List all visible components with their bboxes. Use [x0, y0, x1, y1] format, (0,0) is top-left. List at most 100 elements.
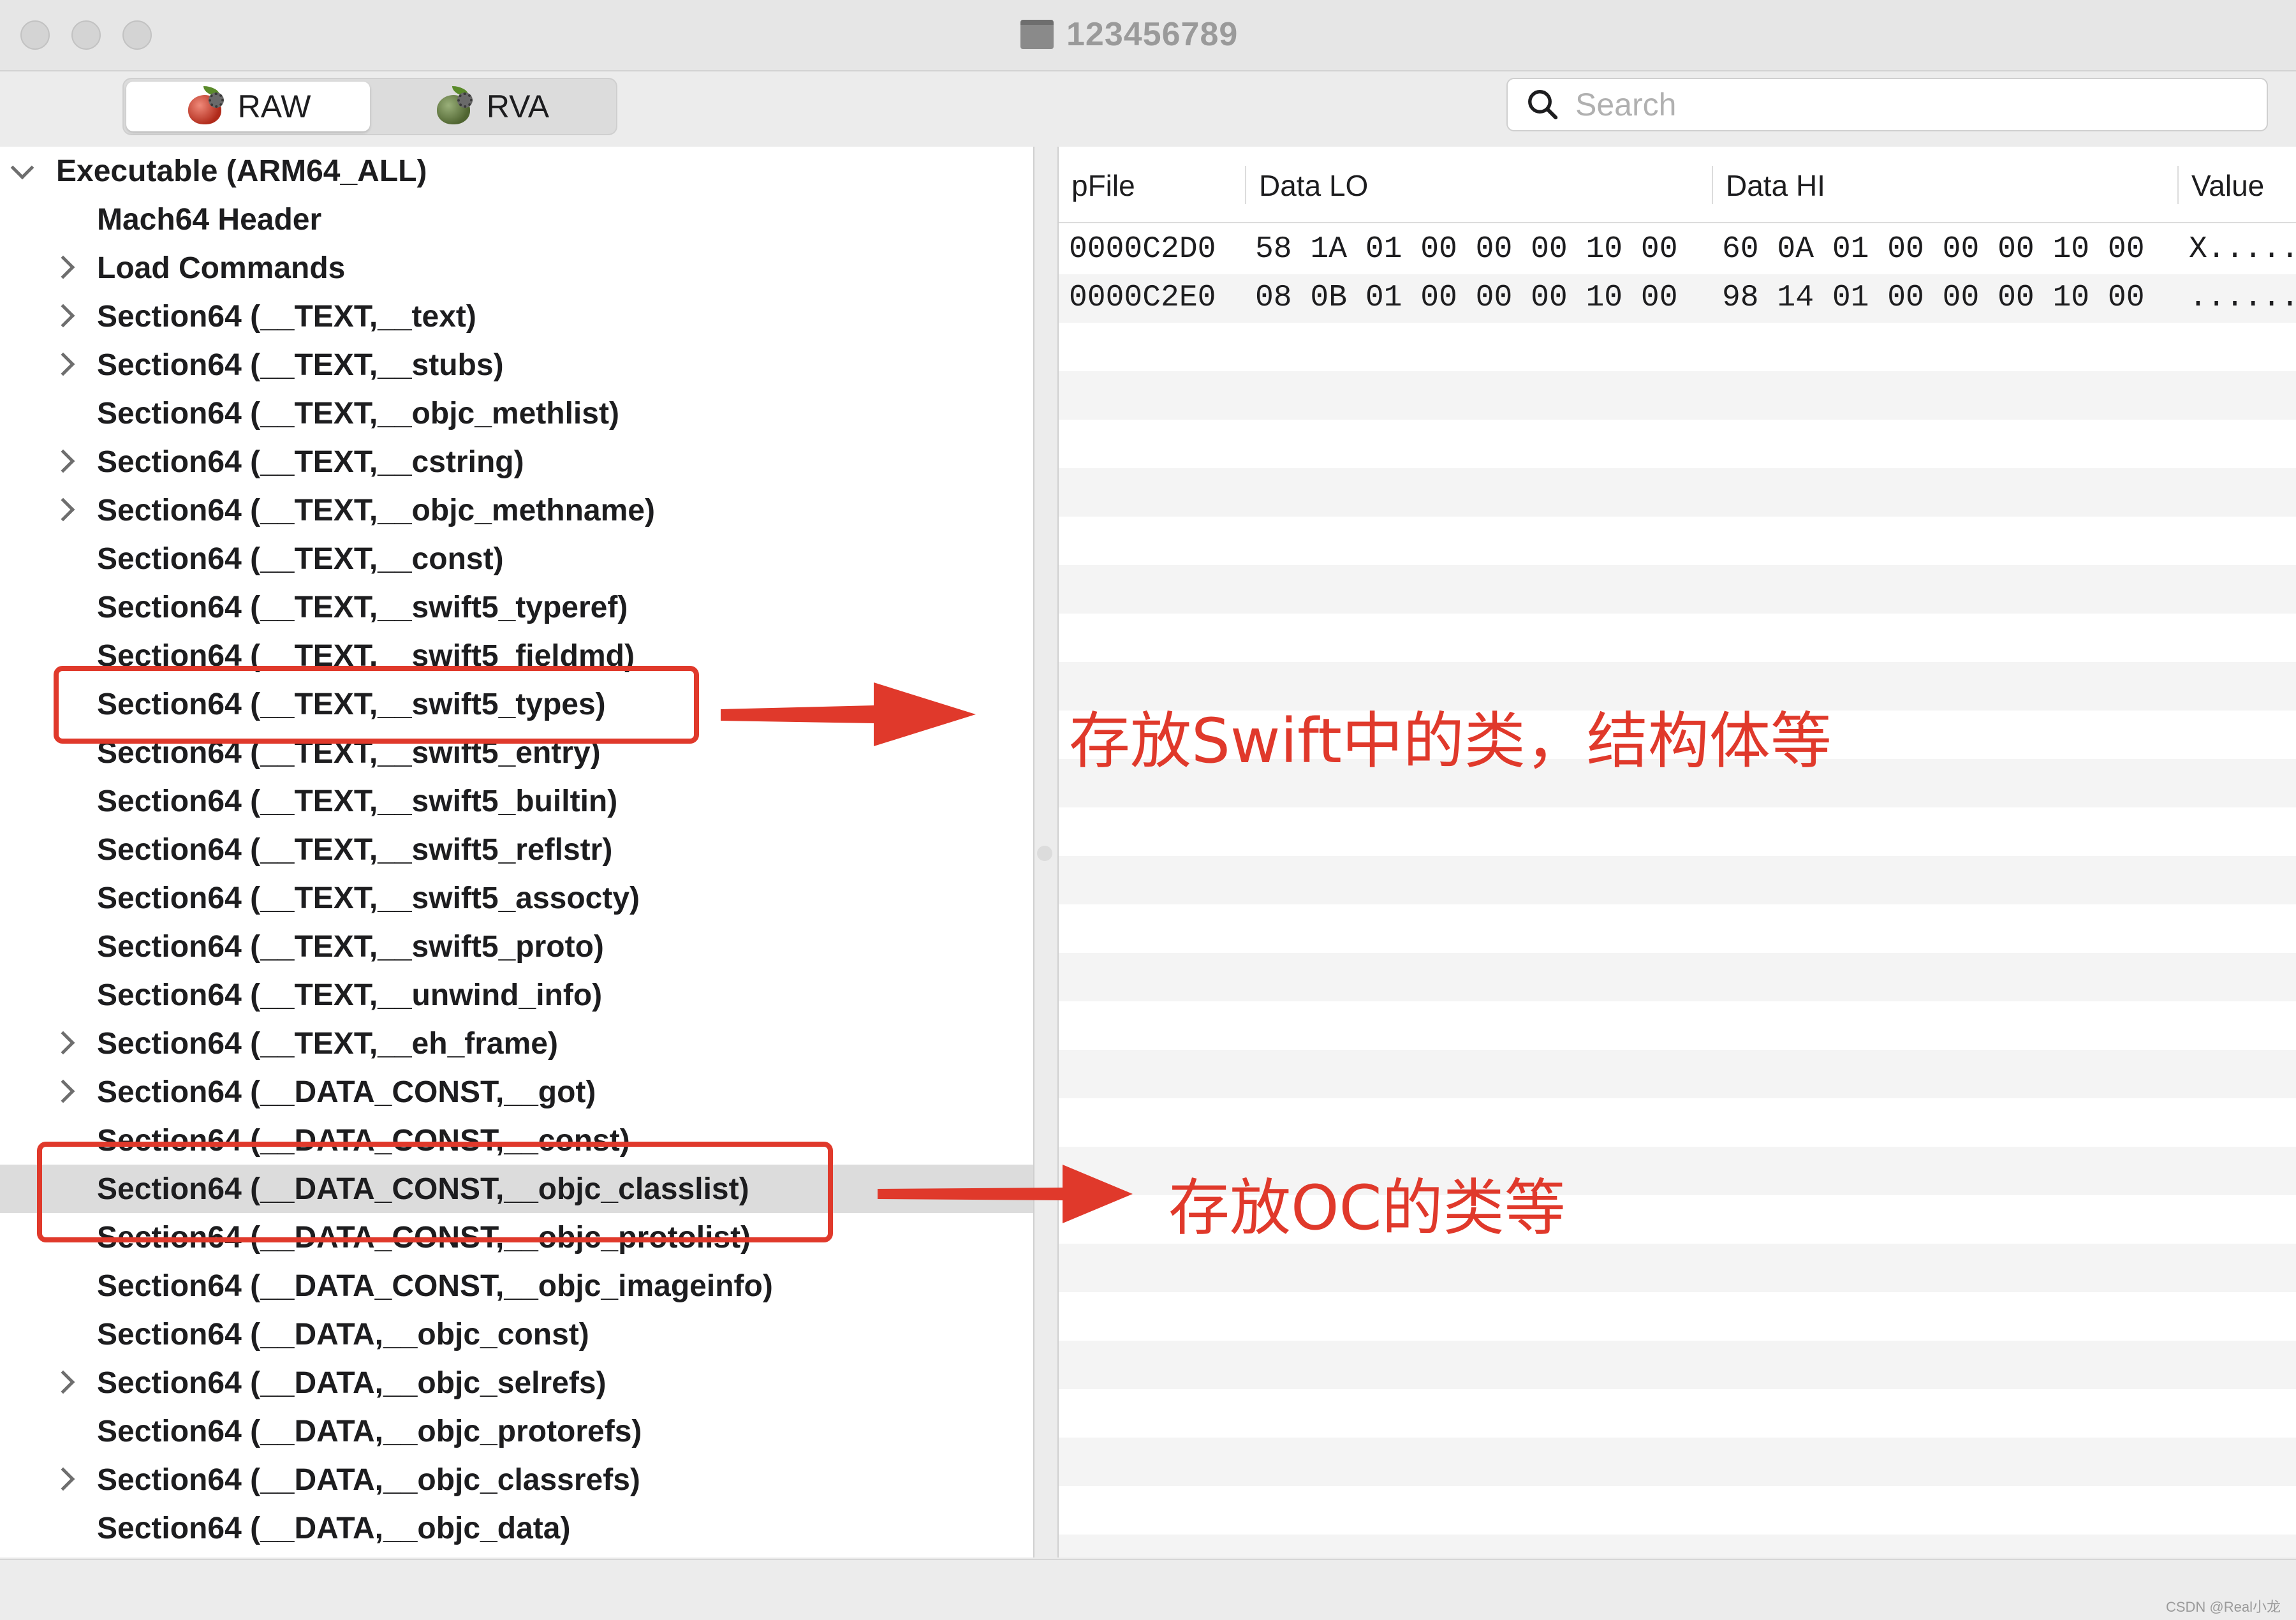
search-input[interactable]: [1575, 86, 2213, 123]
tree-row[interactable]: Mach64 Header: [0, 195, 1033, 244]
tree-row-label: Section64 (__TEXT,__swift5_builtin): [97, 784, 618, 818]
chevron-right-icon[interactable]: [51, 497, 75, 522]
column-divider[interactable]: [1712, 166, 1713, 204]
tree-row-label: Section64 (__DATA,__objc_selrefs): [97, 1366, 607, 1400]
table-stripe: [1059, 468, 2296, 517]
column-divider[interactable]: [1245, 166, 1246, 204]
tree-row-label: Section64 (__DATA,__objc_protorefs): [97, 1414, 642, 1448]
table-stripe: [1059, 953, 2296, 1001]
window-title: 123456789: [1066, 16, 1239, 53]
hex-table: pFile Data LO Data HI Value 0000C2D0 58 …: [1057, 147, 2296, 1557]
highlight-box-swift5-types: [54, 666, 699, 744]
table-stripe: [1059, 614, 2296, 662]
chevron-right-icon[interactable]: [51, 449, 75, 473]
table-stripe: [1059, 1244, 2296, 1292]
data-lo-cell: 58 1A 01 00 00 00 10 00: [1255, 232, 1678, 267]
column-header-data-hi[interactable]: Data HI: [1726, 168, 1825, 203]
table-stripe: [1059, 517, 2296, 565]
value-cell: ......: [2189, 281, 2296, 315]
chevron-right-icon[interactable]: [51, 352, 75, 376]
swift-annotation-text: 存放Swift中的类，结构体等: [1069, 705, 1832, 777]
table-stripe: [1059, 565, 2296, 614]
tree-row-label: Load Commands: [97, 251, 346, 285]
tree-row-label: Executable (ARM64_ALL): [56, 154, 427, 188]
chevron-right-icon[interactable]: [51, 1370, 75, 1394]
tree-row-label: Section64 (__TEXT,__swift5_proto): [97, 929, 604, 964]
raw-segment-label: RAW: [237, 89, 311, 124]
table-stripe: [1059, 1535, 2296, 1557]
tree-row[interactable]: Section64 (__TEXT,__const): [0, 534, 1033, 583]
zoom-window-button[interactable]: [122, 20, 152, 50]
tree-row[interactable]: Section64 (__TEXT,__swift5_assocty): [0, 874, 1033, 922]
tree-row[interactable]: Section64 (__DATA,__objc_classrefs): [0, 1455, 1033, 1504]
pfile-cell: 0000C2E0: [1069, 281, 1216, 315]
column-header-data-lo[interactable]: Data LO: [1259, 168, 1368, 203]
table-stripe: [1059, 1050, 2296, 1098]
tree-row[interactable]: Section64 (__TEXT,__text): [0, 292, 1033, 341]
table-stripe: [1059, 323, 2296, 371]
pfile-cell: 0000C2D0: [1069, 232, 1216, 267]
tree-row[interactable]: Section64 (__DATA,__objc_protorefs): [0, 1407, 1033, 1455]
table-stripe: [1059, 1341, 2296, 1389]
tree-row[interactable]: Section64 (__DATA,__objc_const): [0, 1310, 1033, 1359]
tree-row[interactable]: Section64 (__TEXT,__unwind_info): [0, 971, 1033, 1019]
chevron-right-icon[interactable]: [51, 1079, 75, 1103]
tree-row[interactable]: Section64 (__TEXT,__swift5_builtin): [0, 777, 1033, 825]
tree-row[interactable]: Load Commands: [0, 244, 1033, 292]
tree-row[interactable]: Section64 (__TEXT,__swift5_proto): [0, 922, 1033, 971]
table-row[interactable]: 0000C2D0 58 1A 01 00 00 00 10 00 60 0A 0…: [1059, 226, 2296, 274]
table-row[interactable]: 0000C2E0 08 0B 01 00 00 00 10 00 98 14 0…: [1059, 274, 2296, 323]
highlight-box-objc-classlist: [37, 1142, 833, 1242]
tree-row-label: Section64 (__TEXT,__text): [97, 299, 476, 334]
split-view-divider-handle[interactable]: [1037, 846, 1052, 861]
tree-row-label: Section64 (__DATA_CONST,__got): [97, 1075, 596, 1109]
tree-row[interactable]: Executable (ARM64_ALL): [0, 147, 1033, 195]
search-field[interactable]: [1506, 78, 2268, 131]
raw-segment-button[interactable]: RAW: [126, 82, 370, 131]
tree-row[interactable]: Section64 (__DATA_CONST,__got): [0, 1068, 1033, 1116]
tree-row-label: Section64 (__TEXT,__swift5_reflstr): [97, 832, 613, 867]
tree-row[interactable]: Section64 (__TEXT,__swift5_reflstr): [0, 825, 1033, 874]
tree-row[interactable]: Section64 (__TEXT,__cstring): [0, 438, 1033, 486]
toolbar: RAW RVA: [0, 73, 2296, 144]
tree-row-label: Section64 (__TEXT,__stubs): [97, 348, 504, 382]
tree-row-label: Section64 (__TEXT,__objc_methname): [97, 493, 655, 527]
table-stripe: [1059, 1486, 2296, 1535]
tree-row[interactable]: Section64 (__DATA_CONST,__objc_imageinfo…: [0, 1262, 1033, 1310]
chevron-right-icon[interactable]: [51, 1467, 75, 1491]
tree-row-label: Section64 (__TEXT,__objc_methlist): [97, 396, 619, 431]
data-hi-cell: 98 14 01 00 00 00 10 00: [1722, 281, 2145, 315]
close-window-button[interactable]: [20, 20, 50, 50]
chevron-right-icon[interactable]: [51, 255, 75, 279]
table-stripe: [1059, 1098, 2296, 1147]
red-apple-gear-icon: [186, 86, 226, 127]
chevron-right-icon[interactable]: [51, 1031, 75, 1055]
column-header-value[interactable]: Value: [2191, 168, 2264, 203]
data-hi-cell: 60 0A 01 00 00 00 10 00: [1722, 232, 2145, 267]
tree-row-label: Section64 (__TEXT,__cstring): [97, 445, 524, 479]
raw-rva-segmented-control: RAW RVA: [122, 78, 617, 135]
column-divider[interactable]: [2177, 166, 2179, 204]
tree-row[interactable]: Section64 (__TEXT,__objc_methlist): [0, 389, 1033, 438]
rva-segment-label: RVA: [486, 89, 550, 124]
data-lo-cell: 08 0B 01 00 00 00 10 00: [1255, 281, 1678, 315]
tree-row-label: Section64 (__TEXT,__unwind_info): [97, 978, 603, 1012]
value-cell: X.....: [2189, 232, 2296, 267]
tree-row[interactable]: Section64 (__TEXT,__eh_frame): [0, 1019, 1033, 1068]
tree-row[interactable]: Section64 (__TEXT,__objc_methname): [0, 486, 1033, 534]
chevron-down-icon[interactable]: [10, 156, 34, 180]
column-header-pfile[interactable]: pFile: [1071, 168, 1135, 203]
minimize-window-button[interactable]: [71, 20, 101, 50]
table-stripe: [1059, 1292, 2296, 1341]
chevron-right-icon[interactable]: [51, 304, 75, 328]
tree-row[interactable]: Section64 (__TEXT,__swift5_typeref): [0, 583, 1033, 631]
table-stripe: [1059, 371, 2296, 420]
tree-row[interactable]: Section64 (__TEXT,__stubs): [0, 341, 1033, 389]
green-apple-gear-icon: [434, 86, 475, 127]
tree-row[interactable]: Section64 (__DATA,__objc_selrefs): [0, 1359, 1033, 1407]
tree-row[interactable]: Section64 (__DATA,__objc_data): [0, 1504, 1033, 1552]
tree-row-label: Section64 (__TEXT,__eh_frame): [97, 1026, 558, 1061]
rva-segment-button[interactable]: RVA: [370, 82, 614, 131]
section-tree: Executable (ARM64_ALL) Mach64 Header Load …: [0, 147, 1034, 1557]
watermark-text: CSDN @Real小龙: [2165, 1599, 2281, 1615]
